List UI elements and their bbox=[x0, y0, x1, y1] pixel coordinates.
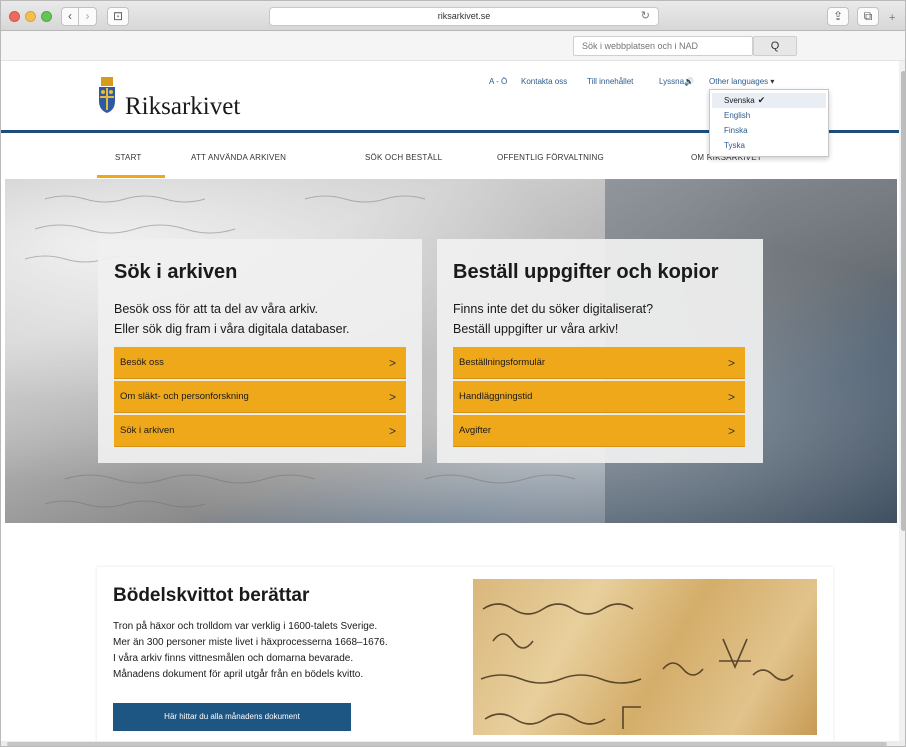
sok-i-arkiven-button[interactable]: Sök i arkiven > bbox=[114, 415, 406, 447]
chevron-right-icon: > bbox=[388, 356, 396, 370]
button-label: Om släkt- och personforskning bbox=[120, 391, 249, 402]
back-button[interactable]: ‹ bbox=[61, 7, 79, 26]
card-title: Sök i arkiven bbox=[114, 261, 238, 283]
besok-oss-button[interactable]: Besök oss > bbox=[114, 347, 406, 379]
reload-icon[interactable]: ↻ bbox=[641, 8, 650, 25]
zoom-window-button[interactable] bbox=[41, 11, 52, 22]
language-option-svenska[interactable]: Svenska ✔ bbox=[712, 93, 826, 108]
language-option-label: Svenska bbox=[724, 96, 755, 105]
button-label: Besök oss bbox=[120, 357, 164, 368]
slakt-personforskning-button[interactable]: Om släkt- och personforskning > bbox=[114, 381, 406, 413]
chevron-right-icon: > bbox=[388, 424, 396, 438]
language-option-finska[interactable]: Finska bbox=[710, 123, 828, 138]
feature-text-line: Tron på häxor och trolldom var verklig i… bbox=[113, 621, 378, 632]
button-label: Handläggningstid bbox=[459, 391, 533, 402]
browser-toolbar: ‹ › ⊡ riksarkivet.se ↻ ⇪ ⧉ + bbox=[1, 1, 905, 31]
nav-active-indicator bbox=[97, 175, 165, 178]
chevron-right-icon: > bbox=[727, 356, 735, 370]
button-label: Avgifter bbox=[459, 425, 492, 436]
sidebar-toggle-button[interactable]: ⊡ bbox=[107, 7, 129, 26]
nav-item-offentlig-forvaltning[interactable]: OFFENTLIG FÖRVALTNING bbox=[497, 153, 604, 162]
bestallningsformular-button[interactable]: Beställningsformulär > bbox=[453, 347, 745, 379]
other-languages-toggle[interactable]: Other languages ▾ bbox=[709, 77, 774, 86]
share-button[interactable]: ⇪ bbox=[827, 7, 849, 26]
card-text-line: Finns inte det du söker digitaliserat? bbox=[453, 302, 654, 316]
new-tab-button[interactable]: + bbox=[889, 12, 895, 24]
card-text-line: Beställ uppgifter ur våra arkiv! bbox=[453, 322, 619, 336]
card-text: Besök oss för att ta del av våra arkiv. … bbox=[114, 299, 350, 339]
feature-text-line: I våra arkiv finns vittnesmålen och doma… bbox=[113, 653, 354, 664]
utility-bar: Q bbox=[1, 31, 905, 61]
feature-text: Tron på häxor och trolldom var verklig i… bbox=[113, 619, 388, 683]
order-copies-card: Beställ uppgifter och kopior Finns inte … bbox=[437, 239, 763, 463]
language-option-english[interactable]: English bbox=[710, 108, 828, 123]
link-listen[interactable]: Lyssna🔊 bbox=[659, 77, 694, 86]
chevron-right-icon: > bbox=[388, 390, 396, 404]
card-title: Beställ uppgifter och kopior bbox=[453, 261, 719, 283]
feature-text-line: Mer än 300 personer miste livet i häxpro… bbox=[113, 637, 388, 648]
link-a-o[interactable]: A - Ö bbox=[489, 77, 507, 86]
chevron-right-icon: > bbox=[727, 390, 735, 404]
language-dropdown: Svenska ✔ English Finska Tyska bbox=[709, 89, 829, 157]
button-label: Sök i arkiven bbox=[120, 425, 175, 436]
feature-text-line: Månadens dokument för april utgår från e… bbox=[113, 669, 364, 680]
manuscript-image bbox=[473, 579, 817, 735]
forward-button[interactable]: › bbox=[79, 7, 97, 26]
listen-label: Lyssna bbox=[659, 77, 685, 86]
card-text: Finns inte det du söker digitaliserat? B… bbox=[453, 299, 653, 339]
manuscript-handwriting bbox=[480, 603, 794, 729]
card-text-line: Eller sök dig fram i våra digitala datab… bbox=[114, 322, 350, 336]
site-logo-text[interactable]: Riksarkivet bbox=[125, 93, 240, 121]
chevron-down-icon: ▾ bbox=[770, 77, 775, 86]
horizontal-scrollbar-thumb[interactable] bbox=[7, 742, 887, 746]
link-to-content[interactable]: Till innehållet bbox=[587, 77, 633, 86]
vertical-scrollbar-thumb[interactable] bbox=[901, 71, 905, 531]
close-window-button[interactable] bbox=[9, 11, 20, 22]
language-option-tyska[interactable]: Tyska bbox=[710, 138, 828, 153]
address-bar[interactable]: riksarkivet.se ↻ bbox=[269, 7, 659, 26]
nav-item-sok-och-bestall[interactable]: SÖK OCH BESTÄLL bbox=[365, 153, 442, 162]
monthly-document-card: Bödelskvittot berättar Tron på häxor och… bbox=[97, 567, 833, 746]
site-search-input[interactable] bbox=[573, 36, 753, 56]
chevron-right-icon: > bbox=[727, 424, 735, 438]
url-text: riksarkivet.se bbox=[437, 11, 491, 21]
nav-item-att-anvanda-arkiven[interactable]: ATT ANVÄNDA ARKIVEN bbox=[191, 153, 286, 162]
hero-banner: Sök i arkiven Besök oss för att ta del a… bbox=[5, 179, 897, 523]
monthly-documents-button[interactable]: Här hittar du alla månadens dokument bbox=[113, 703, 351, 731]
handlaggningstid-button[interactable]: Handläggningstid > bbox=[453, 381, 745, 413]
feature-title: Bödelskvittot berättar bbox=[113, 585, 310, 606]
browser-window: ‹ › ⊡ riksarkivet.se ↻ ⇪ ⧉ + Q Riksarkiv… bbox=[0, 0, 906, 747]
card-text-line: Besök oss för att ta del av våra arkiv. bbox=[114, 302, 319, 316]
button-label: Beställningsformulär bbox=[459, 357, 546, 368]
crest-icon[interactable] bbox=[97, 77, 117, 113]
check-icon: ✔ bbox=[757, 95, 766, 105]
other-languages-label: Other languages bbox=[709, 77, 769, 86]
avgifter-button[interactable]: Avgifter > bbox=[453, 415, 745, 447]
minimize-window-button[interactable] bbox=[25, 11, 36, 22]
search-button[interactable]: Q bbox=[753, 36, 797, 56]
link-contact[interactable]: Kontakta oss bbox=[521, 77, 567, 86]
search-archives-card: Sök i arkiven Besök oss för att ta del a… bbox=[98, 239, 422, 463]
tabs-overview-button[interactable]: ⧉ bbox=[857, 7, 879, 26]
nav-item-start[interactable]: START bbox=[115, 153, 141, 162]
speaker-icon: 🔊 bbox=[684, 77, 695, 86]
